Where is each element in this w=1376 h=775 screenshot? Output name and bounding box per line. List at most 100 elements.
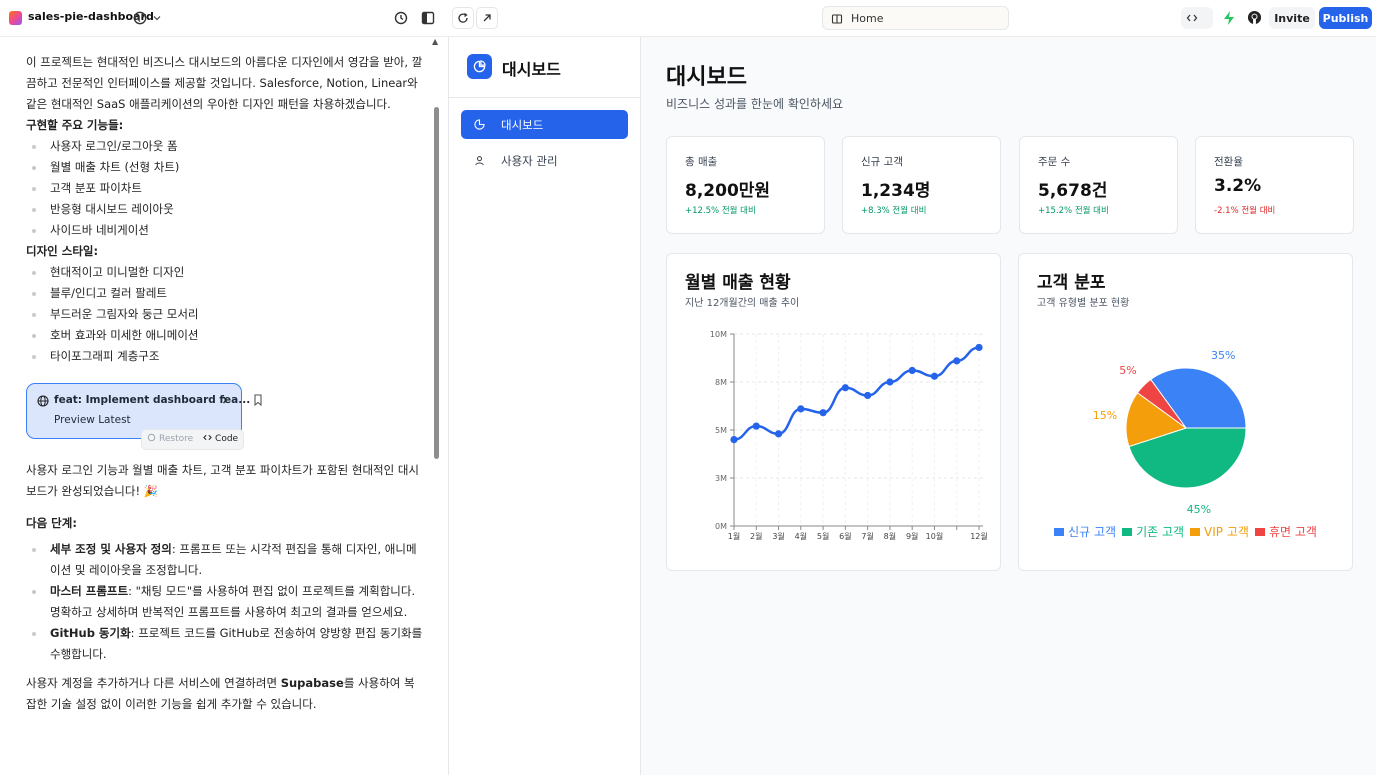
x-tick-label: 9월 bbox=[906, 531, 918, 541]
stat-label: 주문 수 bbox=[1038, 156, 1071, 168]
stat-label: 신규 고객 bbox=[861, 156, 903, 168]
stat-card-conversion: 전환율 3.2% -2.1% 전월 대비 bbox=[1195, 136, 1354, 234]
stat-card-revenue: 총 매출 8,200만원 +12.5% 전월 대비 bbox=[666, 136, 825, 234]
refresh-icon bbox=[458, 12, 468, 23]
bookmark-icon[interactable] bbox=[253, 394, 263, 406]
code-icon bbox=[203, 434, 212, 441]
dashboard-main: 대시보드 비즈니스 성과를 한눈에 확인하세요 총 매출 8,200만원 +12… bbox=[641, 37, 1376, 775]
restore-button[interactable]: Restore bbox=[147, 433, 194, 444]
stat-value: 1,234명 bbox=[861, 181, 931, 201]
legend-label: 휴면 고객 bbox=[1268, 525, 1317, 539]
legend-item: 신규 고객 bbox=[1054, 523, 1116, 540]
app-logo[interactable] bbox=[9, 11, 22, 25]
page-icon bbox=[831, 14, 843, 24]
globe-icon bbox=[37, 395, 49, 407]
open-external-button[interactable] bbox=[476, 7, 498, 29]
supabase-text: 사용자 계정을 추가하거나 다른 서비스에 연결하려면 Supabase를 사용… bbox=[26, 673, 424, 715]
legend-label: VIP 고객 bbox=[1204, 525, 1249, 539]
code-view-toggle[interactable] bbox=[1181, 7, 1213, 29]
list-item: 사용자 로그인/로그아웃 폼 bbox=[26, 136, 424, 157]
chat-panel: ▲ 이 프로젝트는 현대적인 비즈니스 대시보드의 아름다운 디자인에서 영감을… bbox=[0, 37, 448, 775]
list-item: 현대적이고 미니멀한 디자인 bbox=[26, 262, 424, 283]
commit-card[interactable]: feat: Implement dashboard fea... Preview… bbox=[26, 383, 262, 450]
code-button[interactable]: Code bbox=[203, 434, 238, 444]
stat-label: 총 매출 bbox=[685, 156, 718, 168]
pie-icon bbox=[474, 119, 485, 130]
features-heading: 구현할 주요 기능들: bbox=[26, 118, 124, 132]
brand-name: 대시보드 bbox=[502, 60, 561, 79]
data-point bbox=[975, 343, 983, 352]
legend-label: 신규 고객 bbox=[1068, 525, 1117, 539]
panel-title: 고객 분포 bbox=[1037, 273, 1106, 293]
data-point bbox=[953, 357, 961, 365]
refresh-button[interactable] bbox=[452, 7, 474, 29]
step-title: 세부 조정 및 사용자 정의 bbox=[50, 542, 172, 556]
x-tick-label: 7월 bbox=[861, 531, 873, 541]
data-point bbox=[774, 430, 783, 438]
next-steps-list: 세부 조정 및 사용자 정의: 프롬프트 또는 시각적 편집을 통해 디자인, … bbox=[26, 539, 424, 665]
bolt-icon[interactable] bbox=[1222, 10, 1236, 26]
list-item: 마스터 프롬프트: "채팅 모드"를 사용하여 편집 없이 프로젝트를 계획합니… bbox=[26, 581, 424, 623]
list-item: 호버 효과와 미세한 애니메이션 bbox=[26, 325, 424, 346]
pie-legend: 신규 고객 기존 고객 VIP 고객 휴면 고객 bbox=[1019, 523, 1352, 540]
page-subtitle: 비즈니스 성과를 한눈에 확인하세요 bbox=[666, 97, 844, 111]
restore-label: Restore bbox=[159, 434, 194, 444]
github-icon[interactable] bbox=[1247, 10, 1262, 25]
x-tick-label: 12월 bbox=[970, 531, 988, 541]
publish-button[interactable]: Publish bbox=[1319, 7, 1372, 29]
legend-swatch bbox=[1254, 528, 1265, 536]
features-list: 사용자 로그인/로그아웃 폼 월별 매출 차트 (선형 차트) 고객 분포 파이… bbox=[26, 136, 424, 241]
app-brand: 대시보드 bbox=[449, 37, 640, 98]
y-tick-label: 0M bbox=[715, 522, 727, 531]
chat-scrollbar[interactable] bbox=[434, 107, 439, 459]
url-bar[interactable]: Home bbox=[822, 6, 1009, 30]
globe-icon[interactable] bbox=[133, 11, 147, 25]
stat-value: 8,200만원 bbox=[685, 181, 771, 201]
supabase-link[interactable]: Supabase bbox=[281, 676, 344, 690]
list-item: 블루/인디고 컬러 팔레트 bbox=[26, 283, 424, 304]
next-steps-heading: 다음 단계: bbox=[26, 516, 77, 530]
legend-swatch bbox=[1054, 528, 1065, 536]
legend-item: VIP 고객 bbox=[1190, 523, 1249, 540]
restore-icon bbox=[147, 433, 156, 442]
nav-item-dashboard[interactable]: 대시보드 bbox=[461, 110, 628, 139]
chat-messages: 이 프로젝트는 현대적인 비즈니스 대시보드의 아름다운 디자인에서 영감을 받… bbox=[26, 52, 424, 715]
history-icon[interactable] bbox=[393, 10, 409, 26]
code-icon bbox=[1186, 14, 1198, 22]
monthly-sales-panel: 0M 3M 5M 8M 10M 1월 2월 3월 4월 5월 6월 7월 8월 9월 10월 12월 월별 매… bbox=[666, 253, 1001, 571]
nav-item-user-management[interactable]: 사용자 관리 bbox=[461, 146, 628, 175]
x-tick-label: 8월 bbox=[884, 531, 896, 541]
sidebar-toggle-icon[interactable] bbox=[420, 10, 436, 26]
legend-item: 기존 고객 bbox=[1122, 523, 1184, 540]
stat-label: 전환율 bbox=[1214, 156, 1243, 168]
data-point bbox=[864, 391, 872, 400]
brand-logo bbox=[467, 54, 492, 79]
chevron-right-icon[interactable] bbox=[220, 395, 230, 405]
legend-swatch bbox=[1190, 528, 1201, 536]
legend-swatch bbox=[1122, 528, 1133, 536]
preview-latest-link[interactable]: Preview Latest bbox=[54, 410, 131, 431]
stat-change: -2.1% 전월 대비 bbox=[1214, 206, 1276, 216]
x-tick-label: 1월 bbox=[728, 531, 740, 541]
invite-button[interactable]: Invite bbox=[1269, 7, 1315, 29]
list-item: 부드러운 그림자와 둥근 모서리 bbox=[26, 304, 424, 325]
panel-title: 월별 매출 현황 bbox=[685, 273, 791, 293]
data-point bbox=[930, 372, 939, 380]
data-point bbox=[730, 436, 738, 444]
commit-actions: Restore Code bbox=[141, 429, 245, 450]
scroll-up-arrow[interactable]: ▲ bbox=[432, 37, 438, 46]
y-tick-label: 8M bbox=[715, 378, 727, 387]
data-point bbox=[841, 384, 849, 392]
data-point bbox=[886, 378, 894, 386]
pie-slice-label: 45% bbox=[1187, 503, 1211, 516]
step-title: GitHub 동기화 bbox=[50, 626, 131, 640]
list-item: 반응형 대시보드 레이아웃 bbox=[26, 199, 424, 220]
legend-label: 기존 고객 bbox=[1136, 525, 1185, 539]
stat-change: +15.2% 전월 대비 bbox=[1038, 206, 1109, 216]
list-item: GitHub 동기화: 프로젝트 코드를 GitHub로 전송하여 양방향 편집… bbox=[26, 623, 424, 665]
nav-item-label: 대시보드 bbox=[501, 118, 544, 132]
stat-value: 3.2% bbox=[1214, 176, 1262, 196]
panel-subtitle: 고객 유형별 분포 현황 bbox=[1037, 298, 1130, 309]
chevron-down-icon[interactable] bbox=[151, 12, 163, 24]
stat-change: +8.3% 전월 대비 bbox=[861, 206, 927, 216]
